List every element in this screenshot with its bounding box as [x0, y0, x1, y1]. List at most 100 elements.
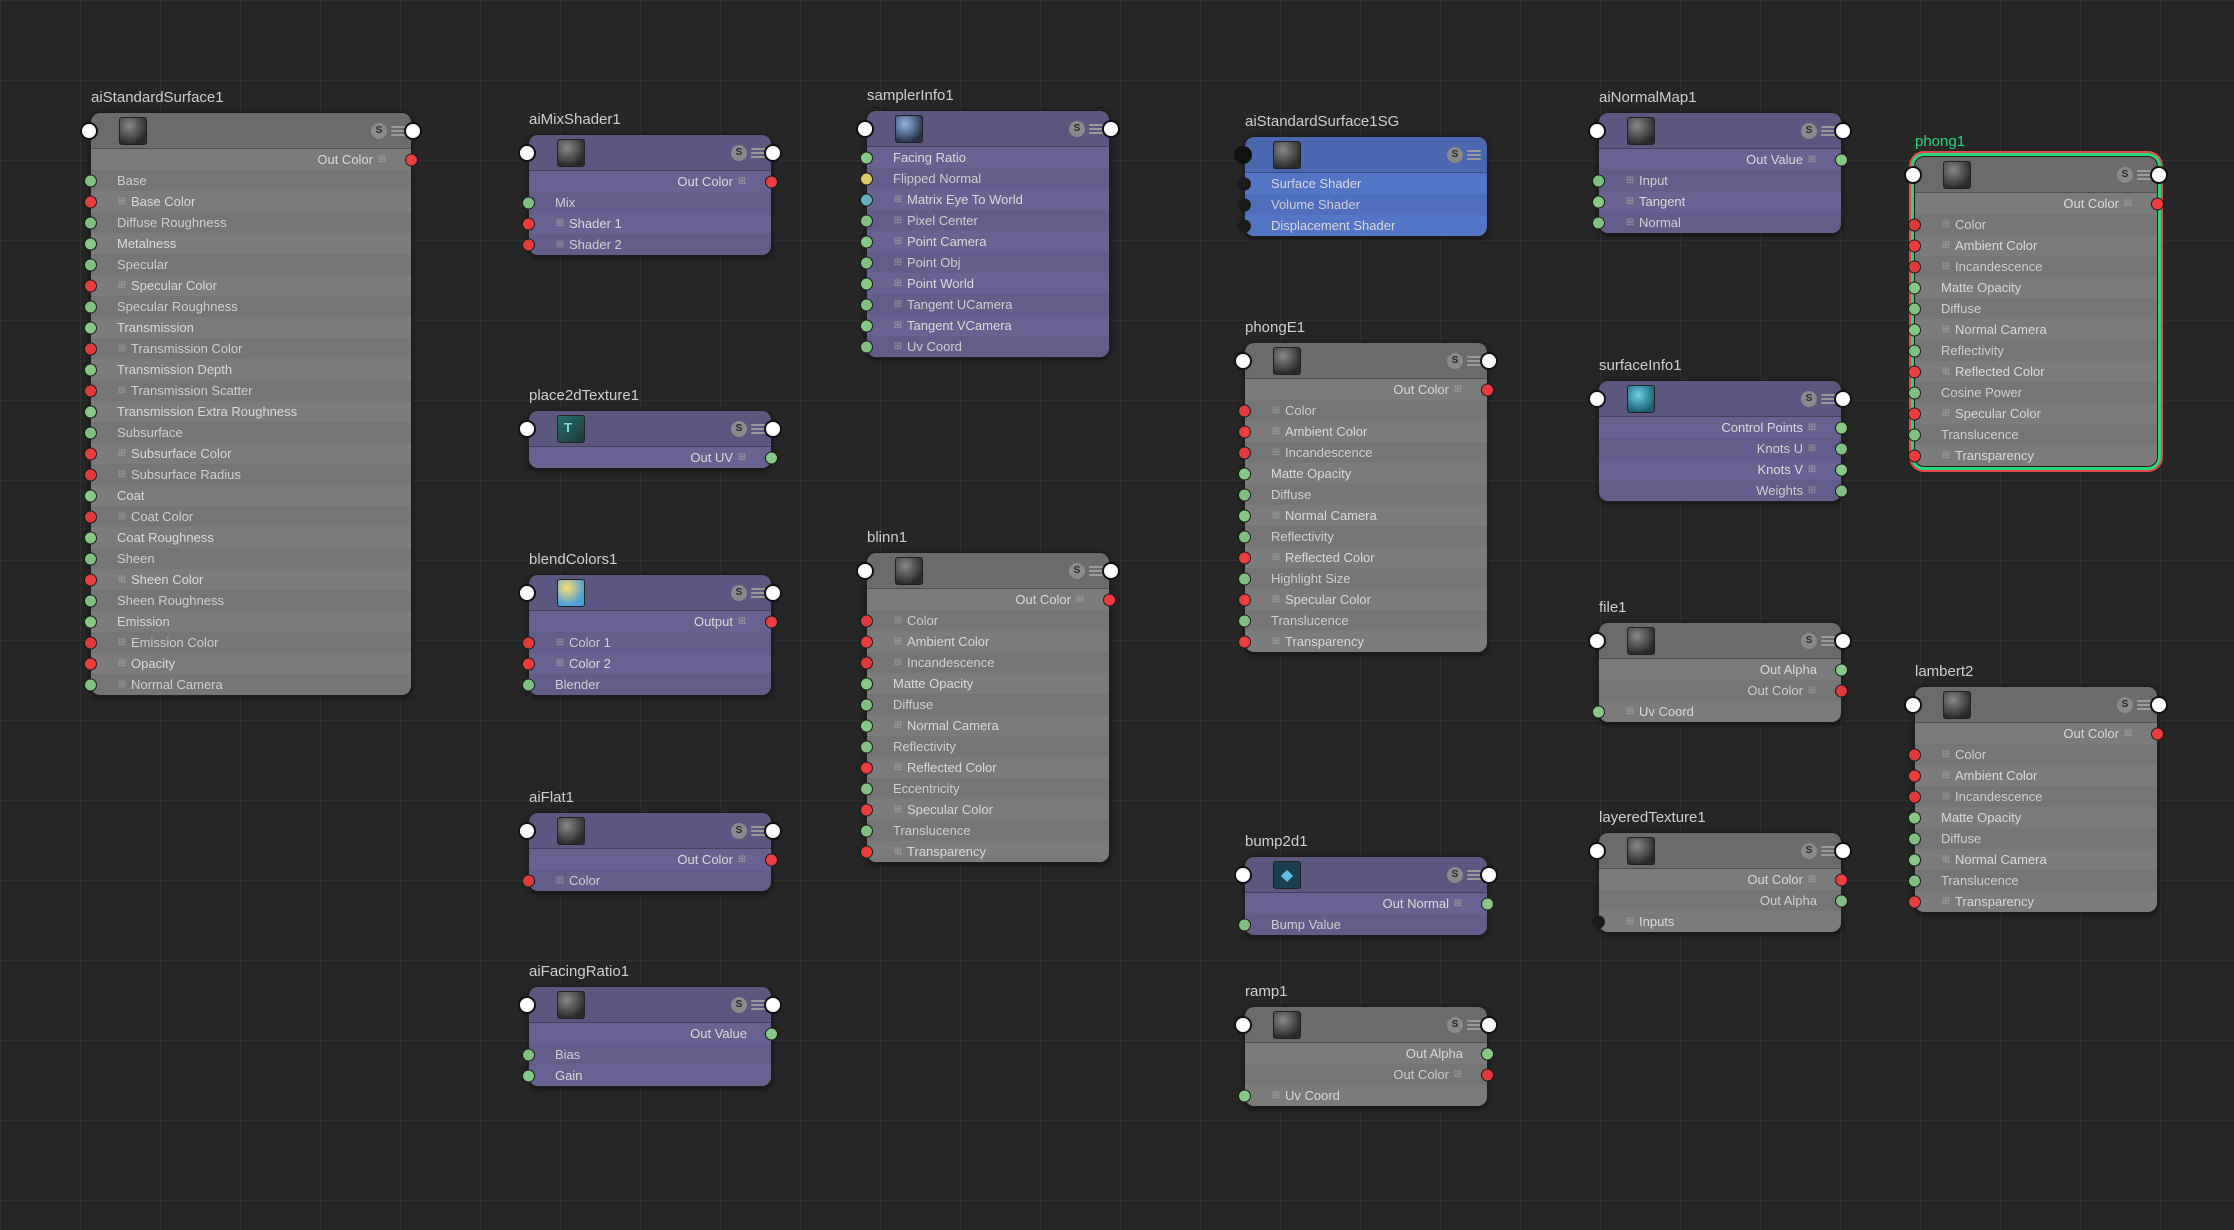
attr-row[interactable]: ⊞Specular Color — [91, 275, 411, 296]
input-port[interactable] — [1238, 572, 1251, 585]
input-port[interactable] — [1238, 593, 1251, 606]
output-port[interactable] — [765, 615, 778, 628]
node-aiStandardSurface1SG[interactable]: aiStandardSurface1SGSSurface ShaderVolum… — [1244, 136, 1488, 237]
input-port[interactable] — [84, 573, 97, 586]
expand-icon[interactable]: ⊞ — [117, 575, 127, 585]
attr-row[interactable]: ⊞Color — [1915, 214, 2157, 235]
input-port[interactable] — [1908, 811, 1921, 824]
node-header[interactable]: S — [529, 575, 771, 611]
node-output-port[interactable] — [764, 420, 782, 438]
attr-row[interactable]: Gain — [529, 1065, 771, 1086]
expand-icon[interactable]: ⊞ — [737, 177, 747, 187]
expand-icon[interactable]: ⊞ — [737, 855, 747, 865]
expand-icon[interactable]: ⊞ — [1075, 595, 1085, 605]
input-port[interactable] — [84, 678, 97, 691]
attr-row[interactable]: Diffuse — [1915, 298, 2157, 319]
output-row[interactable]: Out Color⊞ — [867, 589, 1109, 610]
node-aiNormalMap1[interactable]: aiNormalMap1SOut Value⊞⊞Input⊞Tangent⊞No… — [1598, 112, 1842, 234]
node-output-port[interactable] — [764, 584, 782, 602]
attr-row[interactable]: Transmission Depth — [91, 359, 411, 380]
node-output-port[interactable] — [1480, 352, 1498, 370]
attr-row[interactable]: ⊞Coat Color — [91, 506, 411, 527]
expand-icon[interactable]: ⊞ — [2123, 199, 2133, 209]
expand-icon[interactable]: ⊞ — [1453, 899, 1463, 909]
attr-row[interactable]: Diffuse — [1915, 828, 2157, 849]
node-output-port[interactable] — [1834, 390, 1852, 408]
attr-row[interactable]: ⊞Color — [529, 870, 771, 891]
input-port[interactable] — [1238, 198, 1251, 211]
expand-icon[interactable]: ⊞ — [1807, 423, 1817, 433]
output-port[interactable] — [1835, 684, 1848, 697]
attr-row[interactable]: Matte Opacity — [867, 673, 1109, 694]
expand-icon[interactable]: ⊞ — [1625, 218, 1635, 228]
input-port[interactable] — [860, 172, 873, 185]
attr-row[interactable]: ⊞Normal — [1599, 212, 1841, 233]
expand-icon[interactable]: ⊞ — [377, 155, 387, 165]
output-row[interactable]: Out Color⊞ — [1599, 869, 1841, 890]
menu-icon[interactable] — [391, 126, 405, 136]
input-port[interactable] — [1908, 895, 1921, 908]
node-header[interactable]: S — [1245, 1007, 1487, 1043]
output-port[interactable] — [1481, 1068, 1494, 1081]
output-port[interactable] — [1835, 663, 1848, 676]
input-port[interactable] — [1908, 218, 1921, 231]
attr-row[interactable]: Mix — [529, 192, 771, 213]
input-port[interactable] — [1592, 915, 1605, 928]
expand-icon[interactable]: ⊞ — [117, 281, 127, 291]
input-port[interactable] — [1592, 174, 1605, 187]
node-header[interactable]: S — [1599, 381, 1841, 417]
input-port[interactable] — [522, 1069, 535, 1082]
menu-icon[interactable] — [1089, 566, 1103, 576]
input-port[interactable] — [1238, 918, 1251, 931]
input-port[interactable] — [1908, 853, 1921, 866]
input-port[interactable] — [1238, 530, 1251, 543]
input-port[interactable] — [860, 193, 873, 206]
node-header[interactable]: S — [529, 411, 771, 447]
node-input-port[interactable] — [1588, 842, 1606, 860]
output-row[interactable]: Out Color⊞ — [1245, 379, 1487, 400]
node-input-port[interactable] — [856, 120, 874, 138]
menu-icon[interactable] — [2137, 170, 2151, 180]
node-output-port[interactable] — [1480, 1016, 1498, 1034]
input-port[interactable] — [1908, 407, 1921, 420]
expand-icon[interactable]: ⊞ — [1941, 750, 1951, 760]
input-port[interactable] — [84, 447, 97, 460]
expand-icon[interactable]: ⊞ — [893, 721, 903, 731]
attr-row[interactable]: Coat — [91, 485, 411, 506]
attr-row[interactable]: Specular Roughness — [91, 296, 411, 317]
expand-icon[interactable]: ⊞ — [893, 847, 903, 857]
attr-row[interactable]: ⊞Normal Camera — [91, 674, 411, 695]
expand-icon[interactable]: ⊞ — [555, 638, 565, 648]
solo-icon[interactable]: S — [1447, 867, 1463, 883]
node-phong1[interactable]: phong1SOut Color⊞⊞Color⊞Ambient Color⊞In… — [1914, 156, 2158, 467]
input-port[interactable] — [84, 615, 97, 628]
expand-icon[interactable]: ⊞ — [1271, 448, 1281, 458]
solo-icon[interactable]: S — [1801, 123, 1817, 139]
menu-icon[interactable] — [1089, 124, 1103, 134]
expand-icon[interactable]: ⊞ — [893, 637, 903, 647]
input-port[interactable] — [860, 298, 873, 311]
menu-icon[interactable] — [1821, 846, 1835, 856]
input-port[interactable] — [860, 719, 873, 732]
node-input-port[interactable] — [80, 122, 98, 140]
output-row[interactable]: Knots V⊞ — [1599, 459, 1841, 480]
node-header[interactable]: S — [529, 813, 771, 849]
input-port[interactable] — [1238, 509, 1251, 522]
expand-icon[interactable]: ⊞ — [1807, 155, 1817, 165]
input-port[interactable] — [860, 614, 873, 627]
attr-row[interactable]: ⊞Emission Color — [91, 632, 411, 653]
input-port[interactable] — [84, 594, 97, 607]
node-lambert2[interactable]: lambert2SOut Color⊞⊞Color⊞Ambient Color⊞… — [1914, 686, 2158, 913]
node-place2dTexture1[interactable]: place2dTexture1SOut UV⊞ — [528, 410, 772, 469]
node-bump2d1[interactable]: bump2d1◆SOut Normal⊞Bump Value — [1244, 856, 1488, 936]
output-port[interactable] — [1481, 1047, 1494, 1060]
expand-icon[interactable]: ⊞ — [1807, 686, 1817, 696]
attr-row[interactable]: Reflectivity — [1915, 340, 2157, 361]
attr-row[interactable]: ⊞Ambient Color — [1915, 235, 2157, 256]
output-row[interactable]: Out Color⊞ — [91, 149, 411, 170]
attr-row[interactable]: ⊞Base Color — [91, 191, 411, 212]
output-port[interactable] — [1835, 153, 1848, 166]
output-row[interactable]: Out Color⊞ — [1245, 1064, 1487, 1085]
output-port[interactable] — [1835, 442, 1848, 455]
attr-row[interactable]: Highlight Size — [1245, 568, 1487, 589]
